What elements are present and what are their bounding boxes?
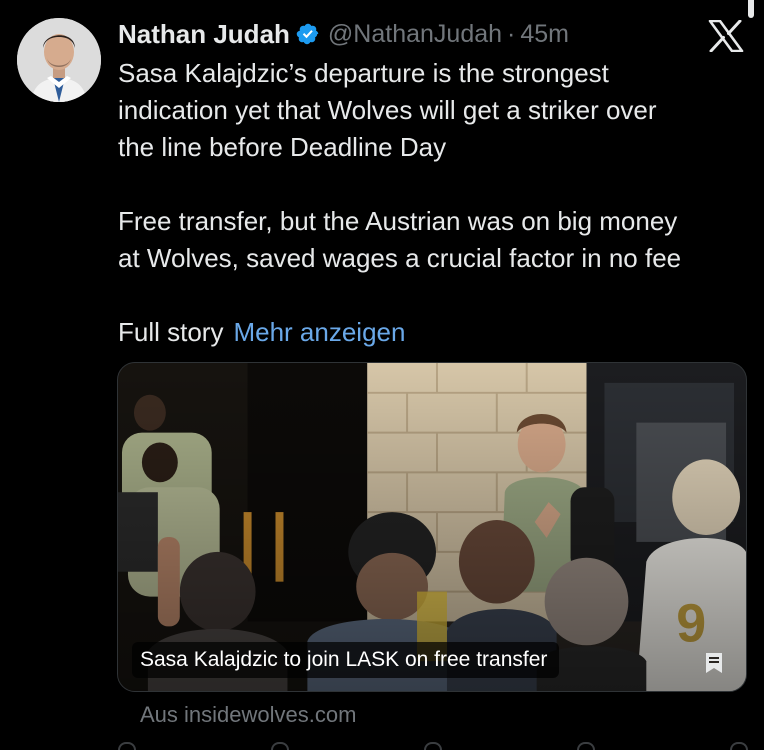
reply-icon[interactable] bbox=[118, 742, 136, 750]
full-story-label: Full story bbox=[118, 317, 224, 347]
share-icon[interactable] bbox=[730, 742, 748, 750]
verified-badge-icon[interactable] bbox=[296, 22, 320, 46]
post-time[interactable]: 45m bbox=[520, 20, 569, 49]
x-logo-icon[interactable] bbox=[708, 20, 744, 52]
views-icon[interactable] bbox=[577, 742, 595, 750]
like-icon[interactable] bbox=[424, 742, 442, 750]
author-handle[interactable]: @NathanJudah bbox=[328, 20, 502, 49]
tweet-text: Sasa Kalajdzic’s departure is the strong… bbox=[118, 55, 748, 351]
avatar-photo bbox=[17, 18, 101, 102]
show-more-link[interactable]: Mehr anzeigen bbox=[233, 317, 405, 347]
tweet-line: at Wolves, saved wages a crucial factor … bbox=[118, 243, 682, 273]
tweet-line: the line before Deadline Day bbox=[118, 132, 447, 162]
bookmark-icon[interactable] bbox=[702, 651, 726, 675]
full-story-line: Full story Mehr anzeigen bbox=[118, 314, 748, 351]
card-caption: Sasa Kalajdzic to join LASK on free tran… bbox=[132, 642, 560, 678]
tweet-line: Sasa Kalajdzic’s departure is the strong… bbox=[118, 58, 609, 88]
scroll-indicator bbox=[748, 0, 754, 18]
action-bar bbox=[118, 742, 748, 750]
author-name[interactable]: Nathan Judah bbox=[118, 19, 290, 50]
author-avatar[interactable] bbox=[17, 18, 101, 102]
tweet-line: Free transfer, but the Austrian was on b… bbox=[118, 206, 678, 236]
separator-dot: · bbox=[507, 19, 516, 48]
repost-icon[interactable] bbox=[271, 742, 289, 750]
link-card[interactable]: 9 Sasa Kalajdzic to join LASK on free tr… bbox=[117, 362, 747, 692]
card-source[interactable]: Aus insidewolves.com bbox=[140, 702, 356, 728]
tweet-header: Nathan Judah @NathanJudah · 45m bbox=[118, 14, 569, 54]
tweet-line: indication yet that Wolves will get a st… bbox=[118, 95, 657, 125]
